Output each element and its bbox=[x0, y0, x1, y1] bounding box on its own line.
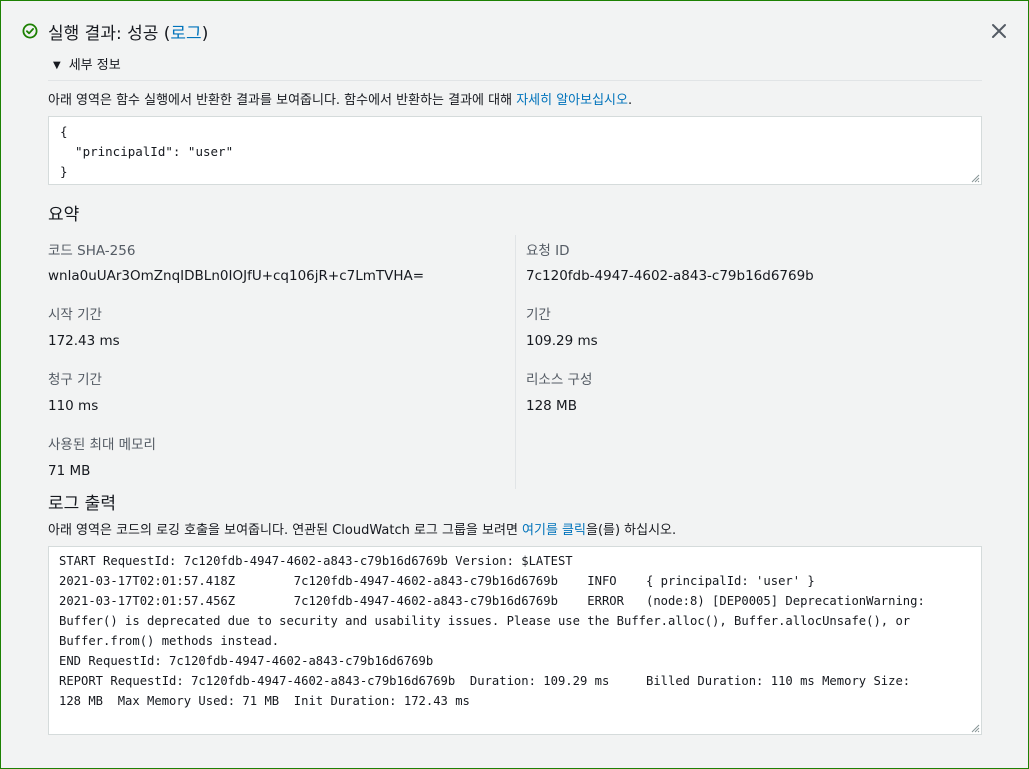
details-divider bbox=[48, 80, 982, 81]
result-line: { bbox=[60, 124, 68, 139]
log-output-textarea[interactable]: START RequestId: 7c120fdb-4947-4602-a843… bbox=[48, 546, 982, 735]
log-line: 2021-03-17T02:01:57.456Z 7c120fdb-4947-4… bbox=[59, 594, 925, 608]
summary-column-divider bbox=[515, 235, 516, 489]
result-title: 실행 결과: 성공 (로그) bbox=[48, 23, 208, 45]
log-line: Buffer() is deprecated due to security a… bbox=[59, 614, 911, 628]
result-title-suffix: ) bbox=[201, 24, 209, 44]
init-duration-label: 시작 기간 bbox=[48, 307, 102, 323]
result-description-end: . bbox=[627, 93, 633, 108]
caret-down-icon: ▼ bbox=[53, 60, 61, 71]
max-memory-label: 사용된 최대 메모리 bbox=[48, 437, 156, 453]
init-duration-value: 172.43 ms bbox=[48, 333, 120, 349]
log-line: 2021-03-17T02:01:57.418Z 7c120fdb-4947-4… bbox=[59, 574, 815, 588]
duration-label: 기간 bbox=[526, 307, 551, 323]
result-line: } bbox=[60, 164, 68, 179]
result-title-prefix: 실행 결과: 성공 ( bbox=[48, 24, 171, 44]
resize-handle-icon[interactable] bbox=[970, 723, 980, 733]
result-line: "principalId": "user" bbox=[60, 144, 234, 159]
check-circle-icon bbox=[22, 23, 38, 39]
result-textarea[interactable]: { "principalId": "user" } bbox=[48, 116, 982, 185]
code-sha-label: 코드 SHA-256 bbox=[48, 243, 136, 259]
cloudwatch-link[interactable]: 여기를 클릭 bbox=[522, 523, 586, 538]
log-line: START RequestId: 7c120fdb-4947-4602-a843… bbox=[59, 554, 573, 568]
learn-more-link[interactable]: 자세히 알아보십시오 bbox=[516, 93, 628, 108]
log-line: REPORT RequestId: 7c120fdb-4947-4602-a84… bbox=[59, 674, 911, 688]
request-id-label: 요청 ID bbox=[526, 243, 570, 259]
log-line: Buffer.from() methods instead. bbox=[59, 634, 280, 648]
billed-duration-label: 청구 기간 bbox=[48, 372, 102, 388]
log-line: END RequestId: 7c120fdb-4947-4602-a843-c… bbox=[59, 654, 434, 668]
close-icon[interactable] bbox=[989, 21, 1009, 41]
code-sha-value: wnla0uUAr3OmZnqIDBLn0IOJfU+cq106jR+c7LmT… bbox=[48, 268, 425, 284]
logs-link[interactable]: 로그 bbox=[170, 24, 201, 44]
resource-config-label: 리소스 구성 bbox=[526, 372, 593, 388]
log-description: 아래 영역은 코드의 로깅 호출을 보여줍니다. 연관된 CloudWatch … bbox=[48, 522, 676, 539]
request-id-value: 7c120fdb-4947-4602-a843-c79b16d6769b bbox=[526, 268, 814, 284]
resize-handle-icon[interactable] bbox=[970, 173, 980, 183]
result-description: 아래 영역은 함수 실행에서 반환한 결과를 보여줍니다. 함수에서 반환하는 … bbox=[48, 92, 632, 109]
duration-value: 109.29 ms bbox=[526, 333, 598, 349]
result-description-text: 아래 영역은 함수 실행에서 반환한 결과를 보여줍니다. 함수에서 반환하는 … bbox=[48, 93, 517, 108]
log-output-title: 로그 출력 bbox=[48, 494, 116, 514]
details-toggle-label: 세부 정보 bbox=[68, 58, 121, 73]
execution-result-panel: 실행 결과: 성공 (로그) ▼ 세부 정보 아래 영역은 함수 실행에서 반환한… bbox=[0, 0, 1029, 769]
log-description-text: 아래 영역은 코드의 로깅 호출을 보여줍니다. 연관된 CloudWatch … bbox=[48, 523, 523, 538]
resource-config-value: 128 MB bbox=[526, 398, 577, 414]
log-description-end: 을(를) 하십시오. bbox=[585, 523, 677, 538]
max-memory-value: 71 MB bbox=[48, 463, 91, 479]
summary-title: 요약 bbox=[48, 205, 80, 225]
log-line: 128 MB Max Memory Used: 71 MB Init Durat… bbox=[59, 694, 470, 708]
billed-duration-value: 110 ms bbox=[48, 398, 99, 414]
details-toggle[interactable]: ▼ 세부 정보 bbox=[53, 57, 121, 74]
